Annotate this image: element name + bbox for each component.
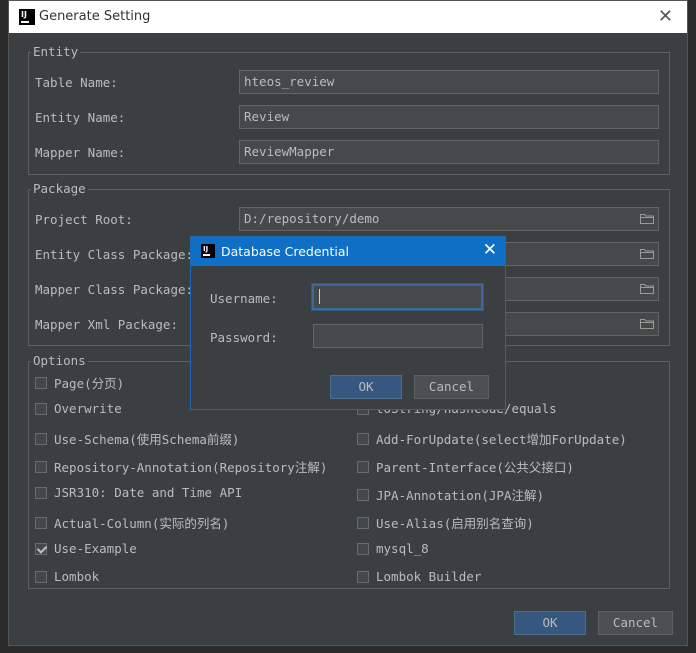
project-root-field[interactable]: D:/repository/demo <box>239 207 659 231</box>
option-right-item[interactable]: Use-Alias(启用别名查询) <box>357 513 534 532</box>
username-label: Username: <box>210 291 278 306</box>
option-right-item[interactable]: Lombok Builder <box>357 569 481 584</box>
modal-title: Database Credential <box>221 244 349 259</box>
option-label: Add-ForUpdate(select增加ForUpdate) <box>376 432 627 447</box>
intellij-logo-icon: IJ <box>19 9 35 25</box>
checkbox[interactable] <box>357 570 369 583</box>
checkbox[interactable] <box>35 486 47 499</box>
checkbox[interactable] <box>35 432 47 445</box>
close-icon[interactable]: ✕ <box>658 6 673 27</box>
option-label: Use-Schema(使用Schema前缀) <box>54 432 240 447</box>
option-right-item[interactable]: Add-ForUpdate(select增加ForUpdate) <box>357 429 627 448</box>
checkbox[interactable] <box>357 460 369 473</box>
options-group-label: Options <box>31 353 88 368</box>
cancel-button[interactable]: Cancel <box>598 611 673 635</box>
table-name-label: Table Name: <box>35 75 118 90</box>
option-label: Use-Example <box>54 541 137 556</box>
option-left-item[interactable]: Actual-Column(实际的列名) <box>35 513 229 532</box>
ide-right-edge <box>688 0 696 653</box>
option-left-item[interactable]: Repository-Annotation(Repository注解) <box>35 457 327 476</box>
option-right-item[interactable]: Parent-Interface(公共父接口) <box>357 457 574 476</box>
database-credential-dialog: IJ Database Credential ✕ Username: Passw… <box>190 236 506 410</box>
checkbox[interactable] <box>35 570 47 583</box>
project-root-label: Project Root: <box>35 212 133 227</box>
option-left-item[interactable]: Use-Schema(使用Schema前缀) <box>35 429 239 448</box>
password-label: Password: <box>210 330 278 345</box>
table-name-field[interactable]: hteos_review <box>239 70 659 94</box>
modal-title-bar: IJ Database Credential ✕ <box>191 237 505 266</box>
title-bar: IJ Generate Setting ✕ <box>9 1 687 33</box>
entity-group-label: Entity <box>31 44 81 59</box>
checkbox-checked[interactable] <box>35 542 47 555</box>
option-label: JPA-Annotation(JPA注解) <box>376 488 544 503</box>
package-group-label: Package <box>31 181 88 196</box>
mapper-class-package-label: Mapper Class Package: <box>35 282 194 297</box>
option-left-item[interactable]: JSR310: Date and Time API <box>35 485 242 500</box>
checkbox[interactable] <box>35 376 47 389</box>
ok-button[interactable]: OK <box>514 611 586 635</box>
option-right-item[interactable]: mysql_8 <box>357 541 429 556</box>
checkbox[interactable] <box>35 516 47 529</box>
option-label: mysql_8 <box>376 541 429 556</box>
option-left-item[interactable]: Lombok <box>35 569 99 584</box>
mapper-name-field[interactable]: ReviewMapper <box>239 140 659 164</box>
entity-name-field[interactable]: Review <box>239 105 659 129</box>
checkbox[interactable] <box>357 432 369 445</box>
username-field[interactable] <box>312 284 483 310</box>
password-field[interactable] <box>313 324 483 348</box>
option-left-item[interactable]: Overwrite <box>35 401 122 416</box>
checkbox[interactable] <box>357 516 369 529</box>
ide-left-edge <box>0 0 8 653</box>
checkbox[interactable] <box>357 542 369 555</box>
text-caret <box>319 289 320 304</box>
window-title: Generate Setting <box>39 9 151 24</box>
option-right-item[interactable]: JPA-Annotation(JPA注解) <box>357 485 544 504</box>
folder-icon[interactable] <box>640 248 654 259</box>
option-left-item[interactable]: Use-Example <box>35 541 137 556</box>
option-label: Parent-Interface(公共父接口) <box>376 460 574 475</box>
option-left-item[interactable]: Page(分页) <box>35 373 124 392</box>
option-label: Actual-Column(实际的列名) <box>54 516 230 531</box>
modal-ok-button[interactable]: OK <box>330 375 402 399</box>
close-icon[interactable]: ✕ <box>483 240 497 260</box>
entity-name-label: Entity Name: <box>35 110 126 125</box>
intellij-logo-icon: IJ <box>201 244 215 258</box>
option-label: Repository-Annotation(Repository注解) <box>54 460 328 475</box>
checkbox[interactable] <box>357 488 369 501</box>
option-label: Use-Alias(启用别名查询) <box>376 516 534 531</box>
option-label: Lombok Builder <box>376 569 482 584</box>
folder-icon[interactable] <box>640 318 654 329</box>
option-label: Page(分页) <box>54 376 125 391</box>
option-label: Lombok <box>54 569 100 584</box>
option-label: Overwrite <box>54 401 122 416</box>
mapper-name-label: Mapper Name: <box>35 145 126 160</box>
option-label: JSR310: Date and Time API <box>54 485 243 500</box>
checkbox[interactable] <box>35 460 47 473</box>
folder-icon[interactable] <box>640 213 654 224</box>
modal-cancel-button[interactable]: Cancel <box>414 375 489 399</box>
folder-icon[interactable] <box>640 283 654 294</box>
checkbox[interactable] <box>35 402 47 415</box>
entity-class-package-label: Entity Class Package: <box>35 247 194 262</box>
project-root-value: D:/repository/demo <box>244 211 380 226</box>
mapper-xml-package-label: Mapper Xml Package: <box>35 317 178 332</box>
